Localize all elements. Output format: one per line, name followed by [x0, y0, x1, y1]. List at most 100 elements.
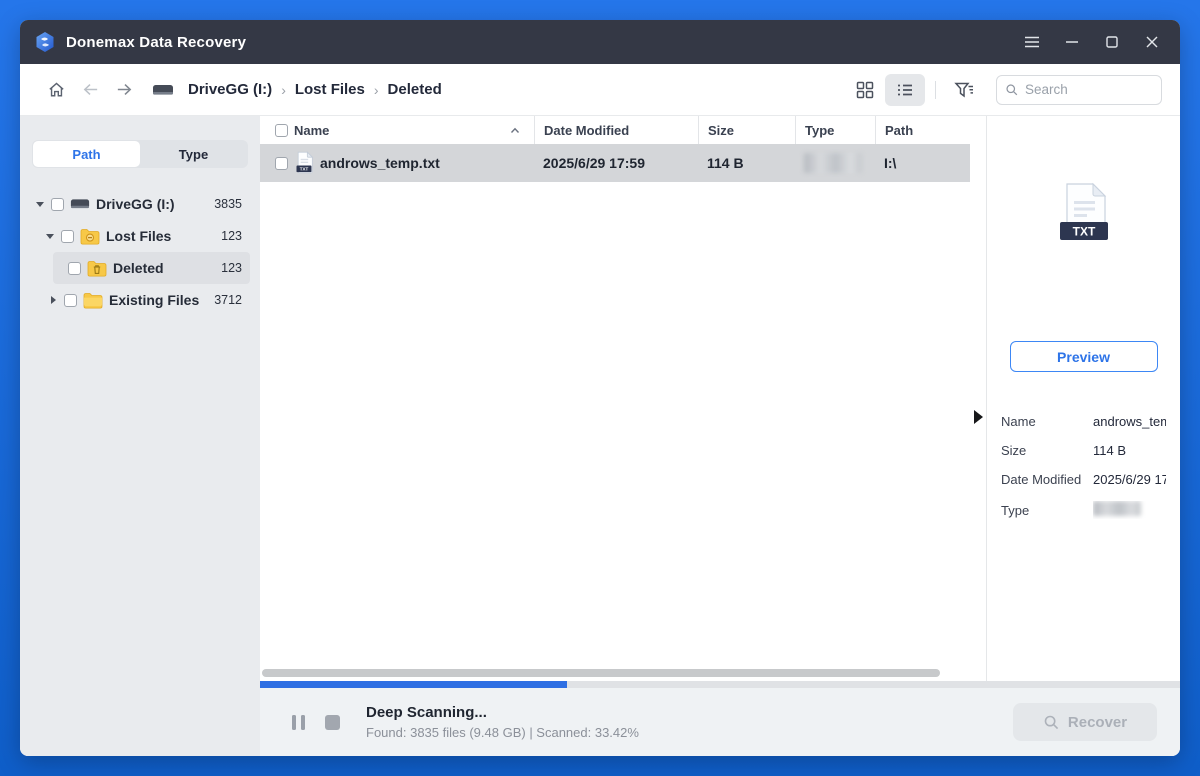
close-button[interactable] — [1138, 28, 1166, 56]
scan-status-text: Deep Scanning... Found: 3835 files (9.48… — [366, 704, 639, 740]
collapse-panel-handle[interactable] — [974, 410, 983, 424]
breadcrumb-separator: › — [373, 81, 379, 98]
column-header-name[interactable]: Name — [260, 116, 534, 144]
detail-label: Size — [1001, 443, 1027, 458]
tree-item-existing-files[interactable]: Existing Files 3712 — [20, 284, 260, 316]
detail-label: Type — [1001, 502, 1030, 518]
column-header-size[interactable]: Size — [698, 116, 795, 144]
list-view-icon — [898, 84, 912, 95]
column-label: Type — [805, 122, 835, 138]
file-row-checkbox[interactable] — [275, 156, 288, 170]
forward-arrow-icon — [117, 84, 131, 95]
txt-file-icon: TXT — [294, 151, 314, 175]
sidebar-tabs: Path Type — [32, 140, 248, 168]
preview-button[interactable]: Preview — [1009, 341, 1158, 372]
sidebar: Path Type DriveGG (I:) 3835 Lost Files 1… — [20, 116, 260, 756]
file-type-badge: TXT — [1072, 225, 1095, 239]
redacted-type-value — [1093, 501, 1141, 516]
tree-item-count: 123 — [221, 229, 242, 243]
back-arrow-icon — [83, 84, 97, 95]
folder-lost-icon — [80, 228, 100, 245]
scan-progress-bar — [260, 681, 1180, 688]
home-icon — [48, 82, 64, 97]
caret-down-icon[interactable] — [35, 201, 45, 207]
app-window: Donemax Data Recovery DriveGG (I:) › Los… — [20, 20, 1180, 756]
maximize-button[interactable] — [1098, 28, 1126, 56]
pause-icon — [291, 714, 305, 730]
scan-status-detail: Found: 3835 files (9.48 GB) | Scanned: 3… — [366, 725, 639, 740]
folder-deleted-icon — [87, 260, 107, 277]
search-box — [996, 74, 1162, 105]
breadcrumb: DriveGG (I:) › Lost Files › Deleted — [152, 81, 442, 98]
file-list-header: Name Date Modified Size Type Path — [260, 116, 986, 144]
window-controls — [1018, 28, 1166, 56]
breadcrumb-item-drive[interactable]: DriveGG (I:) — [188, 81, 272, 98]
tab-path[interactable]: Path — [33, 141, 140, 167]
column-label: Name — [294, 122, 330, 138]
drive-icon — [70, 196, 90, 213]
file-type-badge: TXT — [300, 167, 309, 172]
home-button[interactable] — [42, 76, 70, 104]
stop-scan-button[interactable] — [322, 712, 342, 732]
tab-type[interactable]: Type — [140, 141, 247, 167]
detail-value-size: 114 B — [1093, 443, 1127, 458]
column-label: Date Modified — [544, 122, 630, 138]
sort-asc-icon — [510, 127, 520, 134]
tree-item-label: Lost Files — [106, 228, 172, 244]
file-path: I:\ — [884, 155, 897, 171]
status-bar: Deep Scanning... Found: 3835 files (9.48… — [260, 688, 1180, 756]
file-name: androws_temp.txt — [320, 155, 440, 171]
caret-right-icon[interactable] — [48, 296, 58, 304]
tree-checkbox-lost-files[interactable] — [61, 229, 74, 243]
tree-item-count: 3712 — [214, 293, 242, 307]
search-icon — [1044, 715, 1059, 730]
app-title: Donemax Data Recovery — [66, 33, 247, 51]
filter-button[interactable] — [946, 74, 982, 106]
tree-checkbox-drivegg[interactable] — [51, 197, 64, 211]
folder-tree: DriveGG (I:) 3835 Lost Files 123 Deleted… — [20, 188, 260, 316]
toolbar-divider — [935, 80, 936, 99]
detail-value-date: 2025/6/29 17:59 — [1093, 472, 1166, 487]
column-header-path[interactable]: Path — [875, 116, 986, 144]
filter-icon — [953, 82, 973, 97]
tree-item-label: Existing Files — [109, 292, 200, 308]
list-view-button[interactable] — [885, 73, 925, 106]
tree-item-label: Deleted — [113, 260, 164, 276]
titlebar: Donemax Data Recovery — [20, 20, 1180, 64]
recover-button[interactable]: Recover — [1013, 703, 1157, 741]
column-header-date-modified[interactable]: Date Modified — [534, 116, 698, 144]
tree-item-count: 123 — [221, 261, 242, 275]
grid-view-button[interactable] — [845, 74, 885, 106]
search-input[interactable] — [1024, 82, 1153, 97]
forward-button[interactable] — [110, 76, 138, 104]
recover-button-label: Recover — [1067, 713, 1128, 731]
tree-item-deleted[interactable]: Deleted 123 — [53, 252, 250, 284]
file-date-modified: 2025/6/29 17:59 — [543, 155, 645, 171]
back-button[interactable] — [76, 76, 104, 104]
menu-icon — [1025, 36, 1039, 48]
file-details: Name androws_tem... Size 114 B Date Modi… — [987, 414, 1180, 519]
menu-button[interactable] — [1018, 28, 1046, 56]
breadcrumb-separator: › — [281, 81, 286, 98]
tree-checkbox-deleted[interactable] — [68, 261, 81, 275]
minimize-button[interactable] — [1058, 28, 1086, 56]
column-label: Size — [708, 122, 735, 138]
tree-item-label: DriveGG (I:) — [96, 196, 175, 212]
select-all-checkbox[interactable] — [275, 123, 288, 137]
breadcrumb-item-lost-files[interactable]: Lost Files — [295, 81, 365, 98]
caret-down-icon[interactable] — [45, 233, 55, 239]
minimize-icon — [1066, 41, 1078, 43]
pause-scan-button[interactable] — [288, 712, 308, 732]
tree-item-drivegg[interactable]: DriveGG (I:) 3835 — [20, 188, 260, 220]
column-header-type[interactable]: Type — [795, 116, 875, 144]
horizontal-scrollbar-thumb[interactable] — [262, 669, 940, 677]
detail-label: Date Modified — [1001, 472, 1082, 487]
grid-view-icon — [856, 81, 874, 98]
tree-checkbox-existing-files[interactable] — [64, 293, 77, 307]
tree-item-lost-files[interactable]: Lost Files 123 — [20, 220, 260, 252]
breadcrumb-item-deleted[interactable]: Deleted — [388, 81, 442, 98]
toolbar-right — [845, 73, 1162, 106]
drive-icon — [152, 82, 174, 97]
file-row[interactable]: TXT androws_temp.txt 2025/6/29 17:59 114… — [260, 144, 970, 182]
toolbar: DriveGG (I:) › Lost Files › Deleted — [20, 64, 1180, 116]
